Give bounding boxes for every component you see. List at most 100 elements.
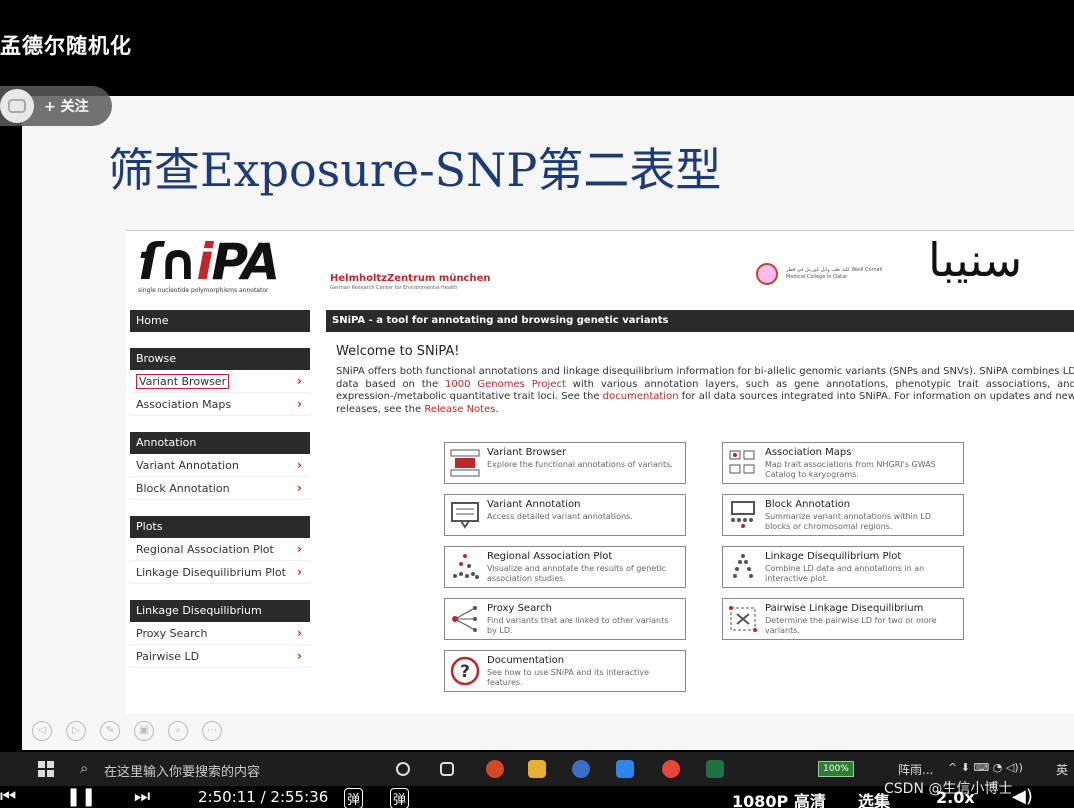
snipa-logo[interactable]: ſ∩iPA bbox=[138, 233, 280, 291]
excel-icon[interactable] bbox=[706, 760, 724, 778]
sidebar-item-variant-browser[interactable]: Variant Browser › bbox=[130, 370, 310, 393]
windows-icon[interactable] bbox=[38, 761, 54, 777]
card-title: Linkage Disequilibrium Plot bbox=[765, 551, 902, 562]
card-desc: Combine LD data and annotations in an in… bbox=[765, 564, 925, 583]
sidebar-item-block-annotation[interactable]: Block Annotation › bbox=[130, 477, 310, 500]
next-slide-icon[interactable]: ▷ bbox=[66, 721, 86, 741]
card-variant-browser[interactable]: Variant Browser Explore the functional a… bbox=[444, 442, 686, 484]
helmholtz-name[interactable]: HelmholtzZentrum münchen bbox=[330, 273, 491, 284]
chevron-right-icon: › bbox=[297, 458, 302, 472]
search-icon[interactable]: ⌕ bbox=[80, 759, 88, 777]
card-desc: Explore the functional annotations of va… bbox=[487, 460, 673, 469]
sidebar-item-variant-annotation[interactable]: Variant Annotation › bbox=[130, 454, 310, 477]
sidebar-section-annotation: Annotation bbox=[130, 432, 310, 454]
follow-label: + 关注 bbox=[44, 99, 89, 115]
more-icon[interactable]: ⋯ bbox=[202, 721, 222, 741]
link-release-notes[interactable]: Release Notes bbox=[424, 404, 495, 415]
snipa-header: ſ∩iPA single nucleotide polymorphisms an… bbox=[126, 230, 1074, 302]
sidebar-item-pairwise-ld[interactable]: Pairwise LD › bbox=[130, 645, 310, 668]
card-variant-annotation[interactable]: Variant Annotation Access detailed varia… bbox=[444, 494, 686, 536]
card-desc: Map trait associations from NHGRI's GWAS… bbox=[765, 460, 936, 479]
card-title: Pairwise Linkage Disequilibrium bbox=[765, 603, 924, 614]
volume-icon[interactable]: ◀) bbox=[1012, 786, 1033, 807]
logo-subtitle: single nucleotide polymorphisms annotato… bbox=[138, 287, 269, 294]
weather-widget[interactable]: 阵雨... bbox=[898, 761, 933, 778]
next-icon[interactable]: ⏭ bbox=[134, 786, 150, 807]
link-documentation[interactable]: documentation bbox=[603, 391, 679, 402]
arabic-logo: سنيبا bbox=[928, 233, 1023, 287]
card-desc: Access detailed variant annotations. bbox=[487, 512, 633, 521]
chevron-right-icon: › bbox=[297, 542, 302, 556]
link-1000-genomes[interactable]: 1000 Genomes Project bbox=[445, 379, 566, 390]
wcmc-seal-icon bbox=[756, 263, 778, 285]
variant-annotation-icon bbox=[451, 502, 479, 529]
csdn-watermark: CSDN @生信小博士 bbox=[884, 781, 1013, 797]
sidebar-item-proxy-search[interactable]: Proxy Search › bbox=[130, 622, 310, 645]
chevron-right-icon: › bbox=[297, 481, 302, 495]
prev-slide-icon[interactable]: ◁ bbox=[32, 721, 52, 741]
card-proxy-search[interactable]: Proxy Search Find variants that are link… bbox=[444, 598, 686, 640]
svg-text:?: ? bbox=[460, 662, 470, 682]
r-icon[interactable] bbox=[572, 760, 590, 778]
variant-browser-icon bbox=[450, 449, 480, 477]
logo-part-a: ſ∩ bbox=[138, 233, 198, 291]
card-desc: Find variants that are linked to other v… bbox=[487, 616, 669, 635]
card-block-annotation[interactable]: Block Annotation Summarize variant annot… bbox=[722, 494, 964, 536]
block-annotation-icon bbox=[731, 501, 755, 528]
card-title: Regional Association Plot bbox=[487, 551, 613, 562]
chevron-right-icon: › bbox=[297, 374, 302, 388]
card-documentation[interactable]: ? Documentation See how to use SNiPA and… bbox=[444, 650, 686, 692]
battery-indicator[interactable]: 100% bbox=[818, 761, 854, 777]
card-association-maps[interactable]: Association Maps Map trait associations … bbox=[722, 442, 964, 484]
card-ld-plot[interactable]: Linkage Disequilibrium Plot Combine LD d… bbox=[722, 546, 964, 588]
taskview-icon[interactable] bbox=[440, 762, 454, 776]
taskbar-search-input[interactable]: 在这里输入你要搜索的内容 bbox=[104, 761, 260, 780]
card-title: Variant Annotation bbox=[487, 499, 581, 510]
previous-icon[interactable]: ⏮ bbox=[0, 786, 16, 807]
logo-part-i: i bbox=[196, 233, 213, 291]
danmaku-settings[interactable]: 弹 bbox=[390, 788, 410, 808]
folder-icon[interactable] bbox=[528, 760, 546, 778]
zoom-icon[interactable]: ⌕ bbox=[168, 721, 188, 741]
danmaku-toggle[interactable]: 弹 bbox=[344, 788, 364, 808]
input-language[interactable]: 英 bbox=[1056, 761, 1068, 778]
card-desc: Visualize and annotate the results of ge… bbox=[487, 564, 666, 583]
pause-icon[interactable]: ❚❚ bbox=[66, 786, 96, 807]
chevron-right-icon: › bbox=[297, 397, 302, 411]
chat-icon[interactable] bbox=[616, 760, 634, 778]
quality-selector[interactable]: 1080P 高清 bbox=[732, 788, 826, 808]
pen-icon[interactable]: ✎ bbox=[100, 721, 120, 741]
card-title: Block Annotation bbox=[765, 499, 851, 510]
card-regional-association-plot[interactable]: Regional Association Plot Visualize and … bbox=[444, 546, 686, 588]
proxy-search-icon bbox=[452, 606, 477, 632]
ld-plot-icon bbox=[733, 554, 753, 578]
sidebar-item-regional-association-plot[interactable]: Regional Association Plot › bbox=[130, 538, 310, 561]
slide-toolbar: ◁ ▷ ✎ ▣ ⌕ ⋯ bbox=[32, 721, 222, 741]
wcmc-text: كلية طب وايل كورنيل في قطر Weill Cornell… bbox=[786, 267, 883, 280]
card-pairwise-ld[interactable]: Pairwise Linkage Disequilibrium Determin… bbox=[722, 598, 964, 640]
chevron-right-icon: › bbox=[297, 565, 302, 579]
chrome-icon[interactable] bbox=[662, 760, 680, 778]
main-title-bar: SNiPA - a tool for annotating and browsi… bbox=[326, 310, 1074, 332]
sidebar-section-plots: Plots bbox=[130, 516, 310, 538]
card-title: Proxy Search bbox=[487, 603, 552, 614]
system-tray[interactable]: ^ ⬇ ⌨ ◔ ◁)) bbox=[948, 761, 1023, 774]
snipa-page: ſ∩iPA single nucleotide polymorphisms an… bbox=[126, 230, 1074, 714]
slides-icon[interactable]: ▣ bbox=[134, 721, 154, 741]
sidebar: Home Browse Variant Browser › Association… bbox=[130, 310, 310, 668]
sidebar-item-association-maps[interactable]: Association Maps › bbox=[130, 393, 310, 416]
card-desc: Determine the pairwise LD for two or mor… bbox=[765, 616, 937, 635]
sidebar-item-ld-plot[interactable]: Linkage Disequilibrium Plot › bbox=[130, 561, 310, 584]
follow-button[interactable]: + 关注 bbox=[0, 86, 112, 126]
powerpoint-icon[interactable] bbox=[486, 760, 504, 778]
avatar[interactable] bbox=[0, 89, 34, 123]
card-desc: See how to use SNiPA and its interactive… bbox=[487, 668, 650, 687]
cortana-icon[interactable] bbox=[396, 762, 410, 776]
video-title: 孟德尔随机化 bbox=[0, 34, 132, 58]
card-title: Documentation bbox=[487, 655, 565, 666]
slide-heading: 筛查Exposure-SNP第二表型 bbox=[108, 143, 722, 197]
helmholtz-subtitle: German Research Center for Environmental… bbox=[330, 285, 458, 291]
intro-paragraph: SNiPA offers both functional annotations… bbox=[336, 366, 1074, 415]
chevron-right-icon: › bbox=[297, 649, 302, 663]
sidebar-item-home[interactable]: Home bbox=[130, 310, 310, 332]
